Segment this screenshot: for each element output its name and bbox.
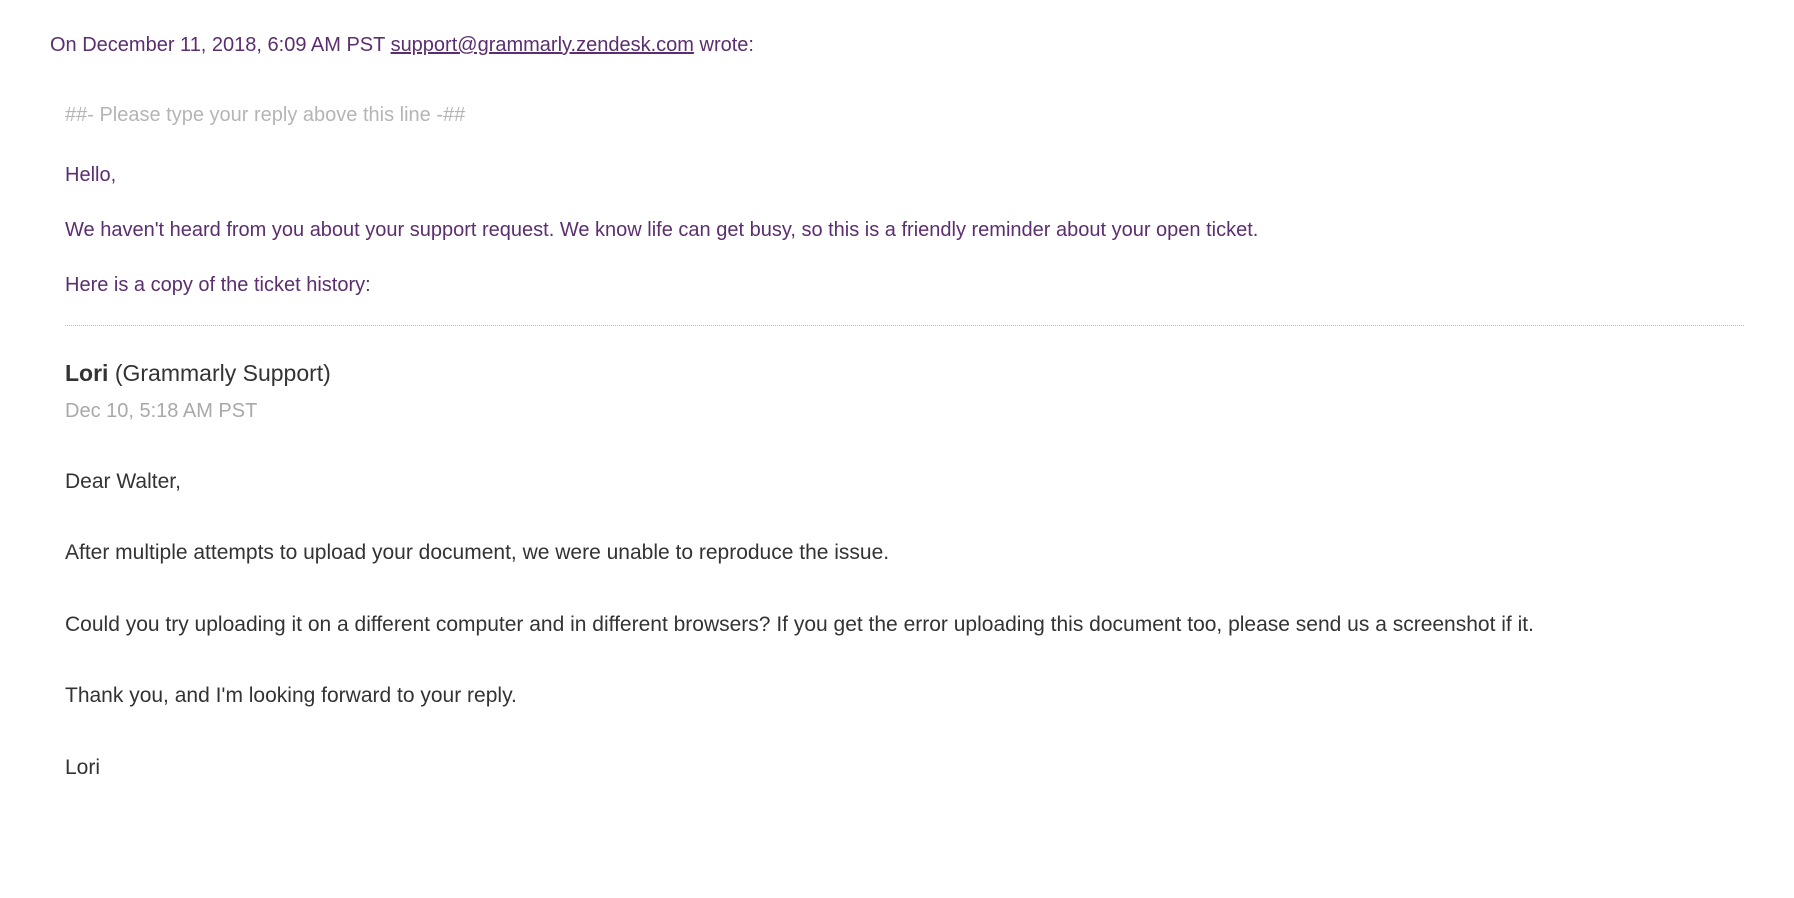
agent-org: (Grammarly Support) bbox=[108, 360, 330, 386]
quoted-email-header: On December 11, 2018, 6:09 AM PST suppor… bbox=[50, 30, 1744, 60]
quoted-email-body: ##- Please type your reply above this li… bbox=[50, 100, 1744, 783]
entry-timestamp: Dec 10, 5:18 AM PST bbox=[65, 396, 1744, 426]
header-suffix: wrote: bbox=[694, 34, 754, 56]
ticket-history-divider bbox=[65, 325, 1744, 326]
entry-body: Dear Walter, After multiple attempts to … bbox=[65, 466, 1744, 784]
intro-line-1: We haven't heard from you about your sup… bbox=[65, 215, 1744, 245]
body-paragraph-1: After multiple attempts to upload your d… bbox=[65, 537, 1744, 569]
agent-identity: Lori (Grammarly Support) bbox=[65, 356, 1744, 391]
intro-block: Hello, We haven't heard from you about y… bbox=[65, 160, 1744, 300]
body-greeting: Dear Walter, bbox=[65, 466, 1744, 498]
agent-name: Lori bbox=[65, 360, 108, 386]
body-signature: Lori bbox=[65, 752, 1744, 784]
intro-line-2: Here is a copy of the ticket history: bbox=[65, 270, 1744, 300]
ticket-history-entry: Lori (Grammarly Support) Dec 10, 5:18 AM… bbox=[65, 356, 1744, 783]
body-paragraph-3: Thank you, and I'm looking forward to yo… bbox=[65, 680, 1744, 712]
sender-email-link[interactable]: support@grammarly.zendesk.com bbox=[391, 34, 694, 56]
reply-above-marker: ##- Please type your reply above this li… bbox=[65, 100, 1744, 130]
body-paragraph-2: Could you try uploading it on a differen… bbox=[65, 609, 1744, 641]
intro-greeting: Hello, bbox=[65, 160, 1744, 190]
header-prefix: On December 11, 2018, 6:09 AM PST bbox=[50, 34, 391, 56]
